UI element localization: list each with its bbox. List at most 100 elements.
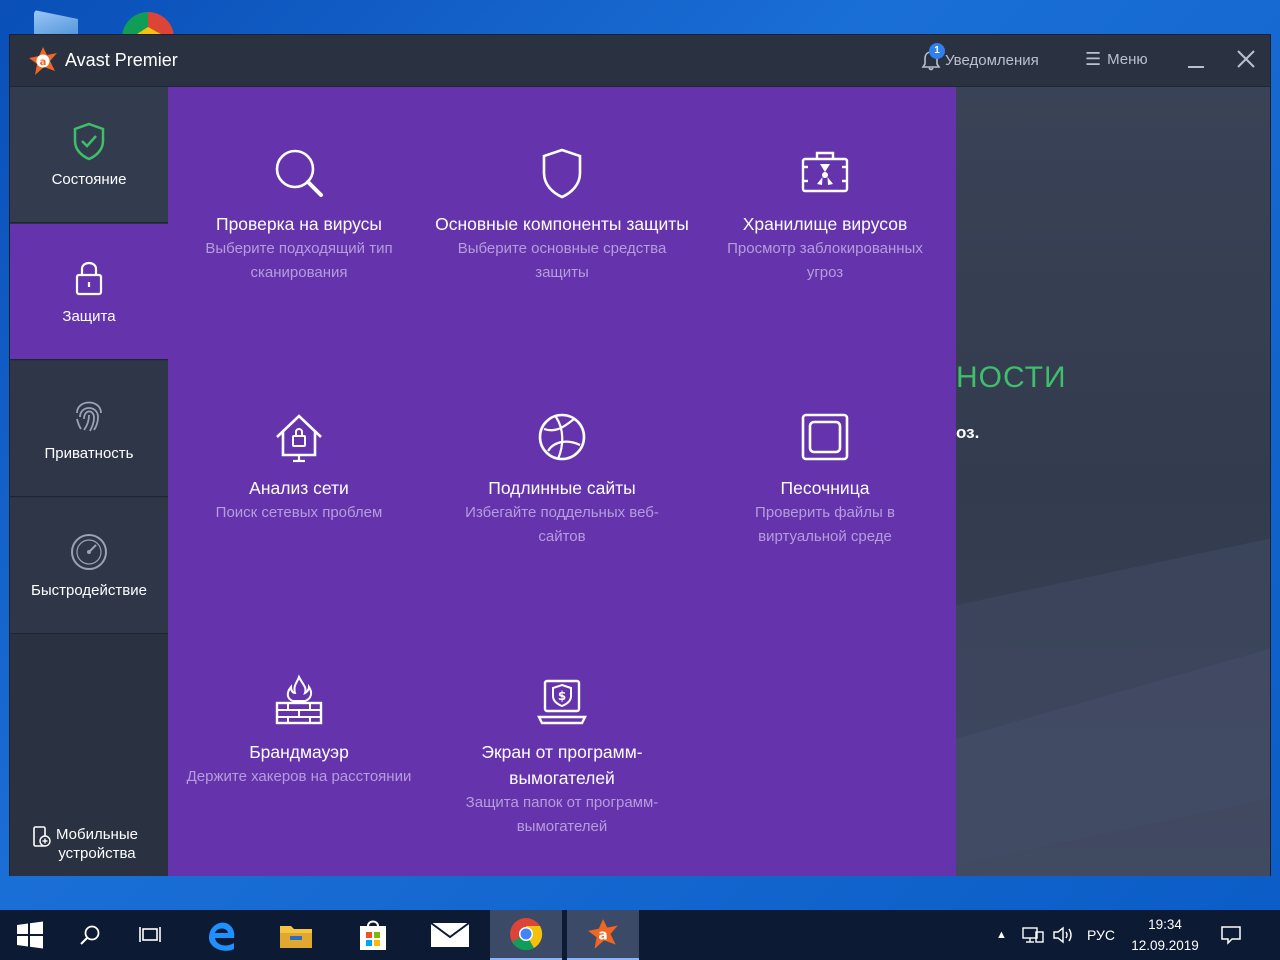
virus-chest-icon bbox=[801, 151, 849, 193]
sandbox-icon bbox=[801, 413, 849, 461]
sidebar-item-protection[interactable]: Защита bbox=[10, 224, 168, 360]
svg-text:a: a bbox=[40, 57, 47, 68]
network-tray-button[interactable] bbox=[1022, 910, 1044, 960]
protection-panel: Проверка на вирусы Выберите подходящий т… bbox=[168, 87, 956, 876]
taskbar-avast[interactable]: a bbox=[567, 910, 639, 960]
sidebar: Состояние Защита Приватность Быстродейст… bbox=[10, 87, 168, 876]
tile-title: Основные компоненты защиты bbox=[435, 214, 689, 234]
sidebar-item-label: Защита bbox=[62, 308, 116, 325]
windows-logo-icon bbox=[17, 921, 43, 949]
tile-description: Избегайте поддельных веб-сайтов bbox=[465, 504, 659, 545]
show-hidden-icons-button[interactable]: ▲ bbox=[996, 910, 1007, 960]
globe-icon bbox=[538, 413, 586, 461]
tile-virus-chest[interactable]: Хранилище вирусов Просмотр заблокированн… bbox=[694, 145, 956, 285]
notifications-button[interactable]: 1 Уведомления bbox=[921, 43, 1039, 71]
tile-description: Просмотр заблокированных угроз bbox=[727, 240, 923, 281]
tile-real-site[interactable]: Подлинные сайты Избегайте поддельных веб… bbox=[431, 409, 693, 549]
close-button[interactable] bbox=[1234, 47, 1258, 71]
avast-logo-icon: a bbox=[29, 47, 57, 75]
sidebar-item-label: Состояние bbox=[51, 171, 127, 188]
svg-text:$: $ bbox=[558, 689, 566, 703]
task-view-button[interactable] bbox=[120, 910, 180, 960]
network-icon bbox=[1022, 927, 1044, 943]
avast-window: a Avast Premier 1 Уведомления ☰ Меню Сос… bbox=[9, 34, 1271, 876]
tile-description: Поиск сетевых проблем bbox=[215, 504, 383, 521]
notifications-label: Уведомления bbox=[945, 51, 1039, 69]
taskbar-chrome[interactable] bbox=[490, 910, 562, 960]
tile-title: Анализ сети bbox=[249, 478, 349, 498]
tile-description: Выберите подходящий тип сканирования bbox=[205, 240, 393, 281]
menu-label: Меню bbox=[1107, 50, 1148, 68]
app-title: Avast Premier bbox=[65, 50, 178, 70]
tile-title: Брандмауэр bbox=[249, 742, 349, 762]
tile-sandbox[interactable]: Песочница Проверить файлы в виртуальной … bbox=[694, 409, 956, 549]
tile-network-inspector[interactable]: Анализ сети Поиск сетевых проблем bbox=[168, 409, 430, 525]
speaker-icon bbox=[1053, 926, 1072, 944]
tile-description: Защита папок от программ-вымогателей bbox=[465, 794, 659, 835]
background-status-title: НОСТИ bbox=[956, 361, 1067, 394]
tile-title: Подлинные сайты bbox=[488, 478, 636, 498]
volume-tray-button[interactable] bbox=[1052, 910, 1074, 960]
taskbar-explorer[interactable] bbox=[266, 910, 326, 960]
background-status-area: НОСТИ оз. bbox=[956, 87, 1270, 876]
clock[interactable]: 19:34 12.09.2019 bbox=[1125, 914, 1205, 956]
tile-description: Проверить файлы в виртуальной среде bbox=[755, 504, 895, 545]
edge-icon bbox=[209, 922, 235, 951]
search-button[interactable] bbox=[60, 910, 120, 960]
taskbar-store[interactable] bbox=[343, 910, 403, 960]
ransomware-shield-icon: $ bbox=[537, 679, 587, 725]
menu-button[interactable]: ☰ Меню bbox=[1085, 50, 1148, 68]
hamburger-icon: ☰ bbox=[1085, 49, 1102, 69]
mail-icon bbox=[430, 922, 470, 947]
task-view-icon bbox=[139, 927, 161, 942]
sidebar-item-label: Приватность bbox=[44, 445, 134, 462]
avast-icon: a bbox=[588, 919, 618, 949]
tile-core-shields[interactable]: Основные компоненты защиты Выберите осно… bbox=[431, 145, 693, 285]
folder-icon bbox=[280, 926, 312, 948]
title-bar: a Avast Premier 1 Уведомления ☰ Меню bbox=[10, 35, 1270, 87]
mobile-device-icon bbox=[33, 826, 51, 847]
store-icon bbox=[360, 920, 386, 950]
tile-firewall[interactable]: Брандмауэр Держите хакеров на расстоянии bbox=[168, 673, 430, 789]
chrome-icon bbox=[510, 918, 543, 951]
speedometer-icon bbox=[71, 534, 107, 570]
notification-center-icon bbox=[1221, 926, 1241, 945]
mobile-label-line1: Мобильные bbox=[56, 826, 138, 843]
sidebar-item-label: Быстродействие bbox=[31, 582, 147, 599]
taskbar-edge[interactable] bbox=[191, 910, 251, 960]
tile-description: Выберите основные средства защиты bbox=[457, 240, 667, 281]
sidebar-item-privacy[interactable]: Приватность bbox=[10, 361, 168, 497]
background-status-subtitle: оз. bbox=[956, 423, 980, 442]
search-icon bbox=[80, 925, 100, 945]
clock-time: 19:34 bbox=[1148, 917, 1182, 932]
language-label: РУС bbox=[1087, 927, 1116, 943]
shield-check-icon bbox=[73, 122, 105, 161]
minimize-button[interactable] bbox=[1185, 49, 1207, 71]
tile-description: Держите хакеров на расстоянии bbox=[186, 768, 412, 785]
sidebar-item-status[interactable]: Состояние bbox=[10, 87, 168, 223]
notification-count-badge: 1 bbox=[929, 43, 945, 59]
tile-title: Хранилище вирусов bbox=[742, 214, 908, 234]
chevron-up-icon: ▲ bbox=[996, 929, 1007, 941]
bell-icon: 1 bbox=[921, 43, 945, 71]
tile-title: Песочница bbox=[780, 478, 870, 498]
shield-icon bbox=[542, 148, 582, 199]
tile-title: Экран от программ-вымогателей bbox=[481, 742, 643, 788]
svg-text:a: a bbox=[598, 927, 607, 943]
start-button[interactable] bbox=[0, 910, 60, 960]
tile-title: Проверка на вирусы bbox=[216, 214, 382, 234]
mobile-devices-link[interactable]: Мобильные устройства bbox=[32, 825, 138, 863]
clock-date: 12.09.2019 bbox=[1131, 938, 1199, 953]
tile-virus-scan[interactable]: Проверка на вирусы Выберите подходящий т… bbox=[168, 145, 430, 285]
tile-ransomware-shield[interactable]: $ Экран от программ-вымогателей Защита п… bbox=[431, 673, 693, 839]
action-center-button[interactable] bbox=[1220, 910, 1242, 960]
firewall-icon bbox=[275, 674, 323, 725]
magnifier-icon bbox=[275, 149, 323, 197]
lock-icon bbox=[75, 261, 103, 296]
taskbar-mail[interactable] bbox=[420, 910, 480, 960]
home-network-icon bbox=[276, 414, 322, 463]
taskbar: a ▲ РУС 19:34 12.09.2019 bbox=[0, 910, 1280, 960]
language-indicator[interactable]: РУС bbox=[1087, 910, 1115, 960]
sidebar-item-performance[interactable]: Быстродействие bbox=[10, 498, 168, 634]
mobile-label-line2: устройства bbox=[58, 845, 136, 862]
